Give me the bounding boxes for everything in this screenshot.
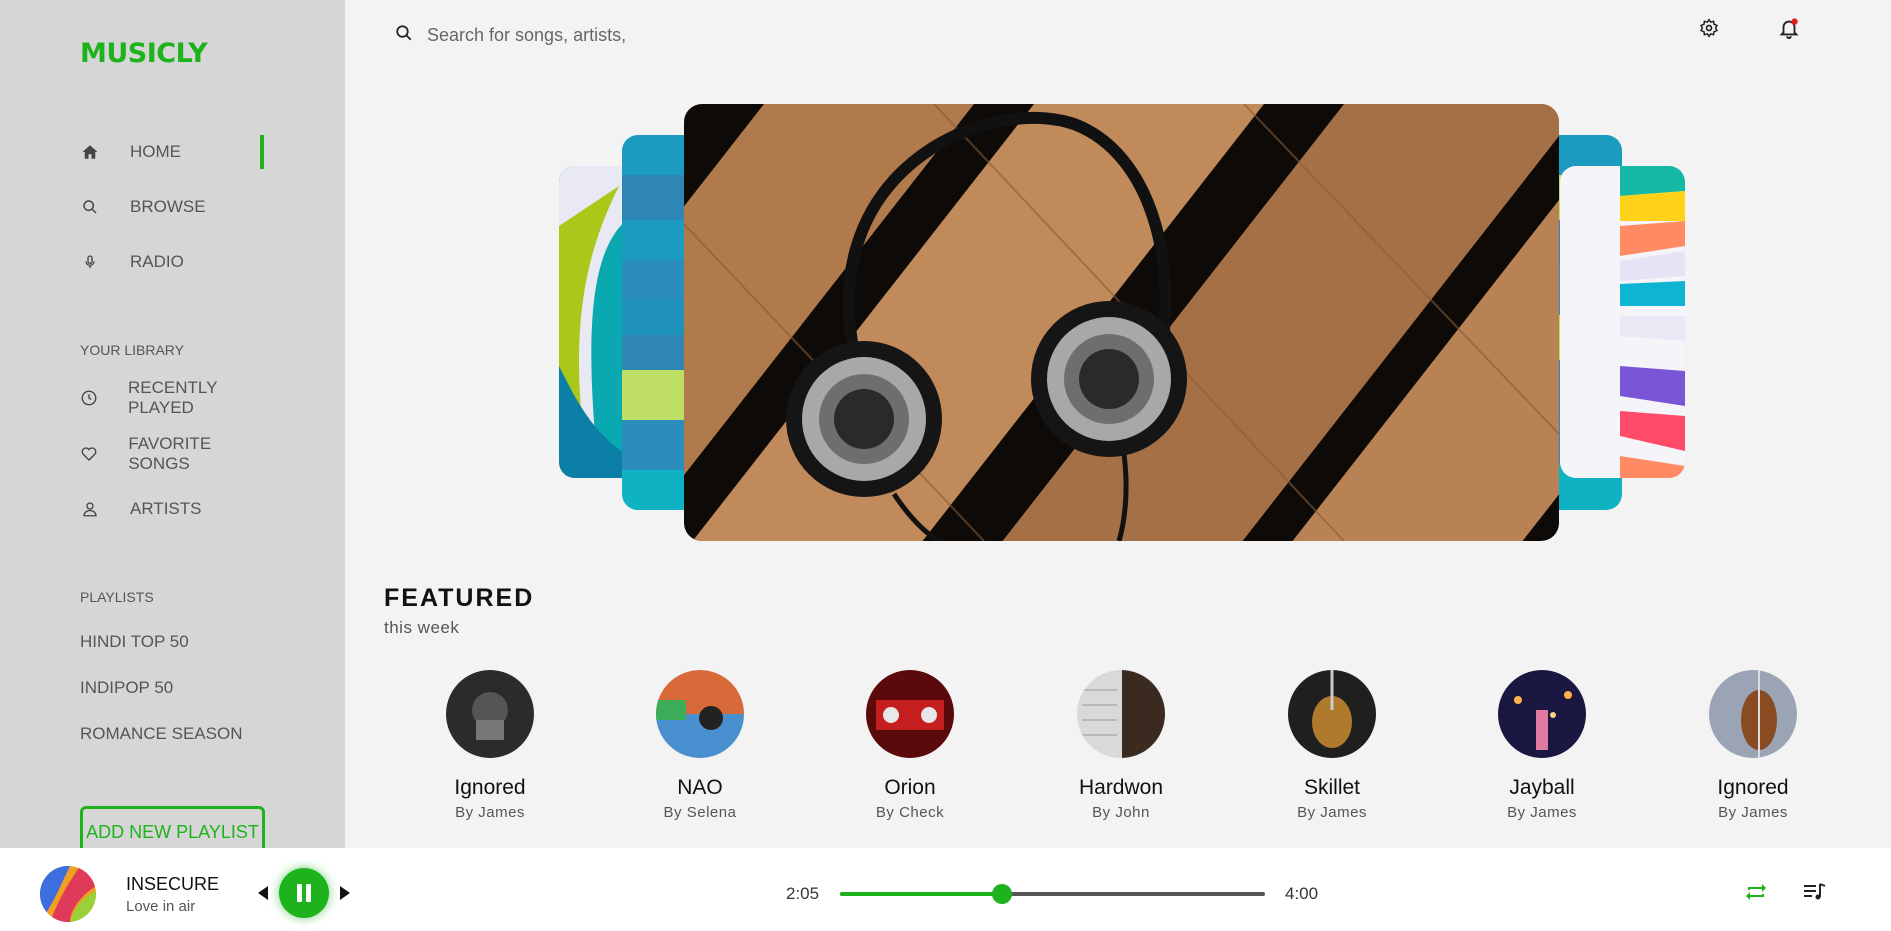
featured-artist-card[interactable]: Skillet By James	[1247, 670, 1417, 821]
clock-icon	[80, 388, 98, 408]
app-logo[interactable]: MUSICLY	[80, 38, 208, 69]
featured-artist-card[interactable]: Jayball By James	[1457, 670, 1627, 821]
playlist-item[interactable]: ROMANCE SEASON	[80, 724, 242, 744]
search-input[interactable]	[427, 25, 747, 46]
featured-artist-card[interactable]: Orion By Check	[825, 670, 995, 821]
avatar	[1288, 670, 1376, 758]
featured-artist-card[interactable]: Ignored By James	[1668, 670, 1838, 821]
artist-name: Orion	[884, 776, 936, 799]
sidebar: MUSICLY HOME BROWSE RADIO YOUR LIBRARY R…	[0, 0, 345, 858]
progress-slider[interactable]	[840, 884, 1265, 904]
pause-button[interactable]	[279, 868, 329, 918]
carousel-card-right-back[interactable]	[1560, 166, 1685, 478]
nav-item-artists[interactable]: ARTISTS	[80, 492, 265, 526]
avatar	[446, 670, 534, 758]
repeat-icon[interactable]	[1742, 878, 1770, 906]
avatar	[866, 670, 954, 758]
track-subtitle: Love in air	[126, 898, 196, 915]
artist-by: By John	[1092, 804, 1150, 821]
previous-track-icon[interactable]	[256, 884, 270, 902]
total-time: 4:00	[1285, 884, 1319, 903]
artist-name: Jayball	[1509, 776, 1575, 799]
library-section-title: YOUR LIBRARY	[80, 342, 184, 358]
featured-title: FEATURED	[384, 584, 535, 612]
current-time: 2:05	[786, 884, 820, 903]
artist-by: By Check	[875, 804, 945, 821]
next-track-icon[interactable]	[338, 884, 352, 902]
nav-item-browse[interactable]: BROWSE	[80, 190, 265, 224]
nav-item-home[interactable]: HOME	[80, 135, 265, 169]
settings-icon[interactable]	[1695, 14, 1723, 42]
featured-artist-card[interactable]: NAO By Selena	[615, 670, 785, 821]
artist-by: By James	[1297, 804, 1367, 821]
nav-item-label: ARTISTS	[130, 499, 202, 518]
playlist-item[interactable]: HINDI TOP 50	[80, 632, 189, 652]
user-icon	[80, 499, 100, 519]
search-icon	[395, 24, 413, 47]
progress-knob[interactable]	[991, 884, 1012, 904]
nav-item-label: BROWSE	[130, 197, 206, 216]
nav-item-radio[interactable]: RADIO	[80, 245, 265, 279]
hero-banner-headphones[interactable]	[684, 104, 1559, 541]
artist-name: Ignored	[454, 776, 526, 799]
now-playing-artwork[interactable]	[40, 866, 96, 922]
avatar	[1498, 670, 1586, 758]
track-title: INSECURE	[126, 874, 220, 894]
notification-bell-icon[interactable]	[1775, 14, 1803, 42]
playlists-section-title: PLAYLISTS	[80, 589, 154, 605]
queue-icon[interactable]	[1800, 878, 1828, 906]
avatar	[1709, 670, 1797, 758]
artist-name: Skillet	[1303, 776, 1361, 799]
pause-icon	[297, 884, 311, 902]
artist-name: Ignored	[1717, 776, 1789, 799]
progress-fill	[840, 892, 1002, 896]
search-icon	[80, 197, 100, 217]
nav-item-label: RECENTLY PLAYED	[128, 378, 218, 417]
playlist-item[interactable]: INDIPOP 50	[80, 678, 173, 698]
avatar	[656, 670, 744, 758]
nav-item-label: FAVORITE SONGS	[128, 434, 212, 473]
active-indicator	[260, 135, 264, 169]
artist-by: By James	[455, 804, 525, 821]
artist-by: By James	[1718, 804, 1788, 821]
artist-name: Hardwon	[1078, 776, 1164, 799]
nav-item-recently-played[interactable]: RECENTLY PLAYED	[80, 378, 265, 417]
featured-subtitle: this week	[384, 618, 460, 637]
microphone-icon	[80, 252, 100, 272]
player-bar: INSECURE Love in air 2:05 4:00	[0, 848, 1891, 931]
artist-name: NAO	[677, 776, 723, 799]
featured-artist-card[interactable]: Ignored By James	[405, 670, 575, 821]
artist-by: By Selena	[663, 804, 737, 821]
featured-artist-card[interactable]: Hardwon By John	[1036, 670, 1206, 821]
avatar	[1077, 670, 1165, 758]
home-icon	[80, 142, 100, 162]
heart-icon	[80, 444, 98, 464]
search-bar[interactable]	[395, 24, 747, 47]
nav-item-label: RADIO	[130, 252, 184, 271]
nav-item-favorite-songs[interactable]: FAVORITE SONGS	[80, 434, 265, 473]
nav-item-label: HOME	[130, 142, 181, 161]
artist-by: By James	[1507, 804, 1577, 821]
